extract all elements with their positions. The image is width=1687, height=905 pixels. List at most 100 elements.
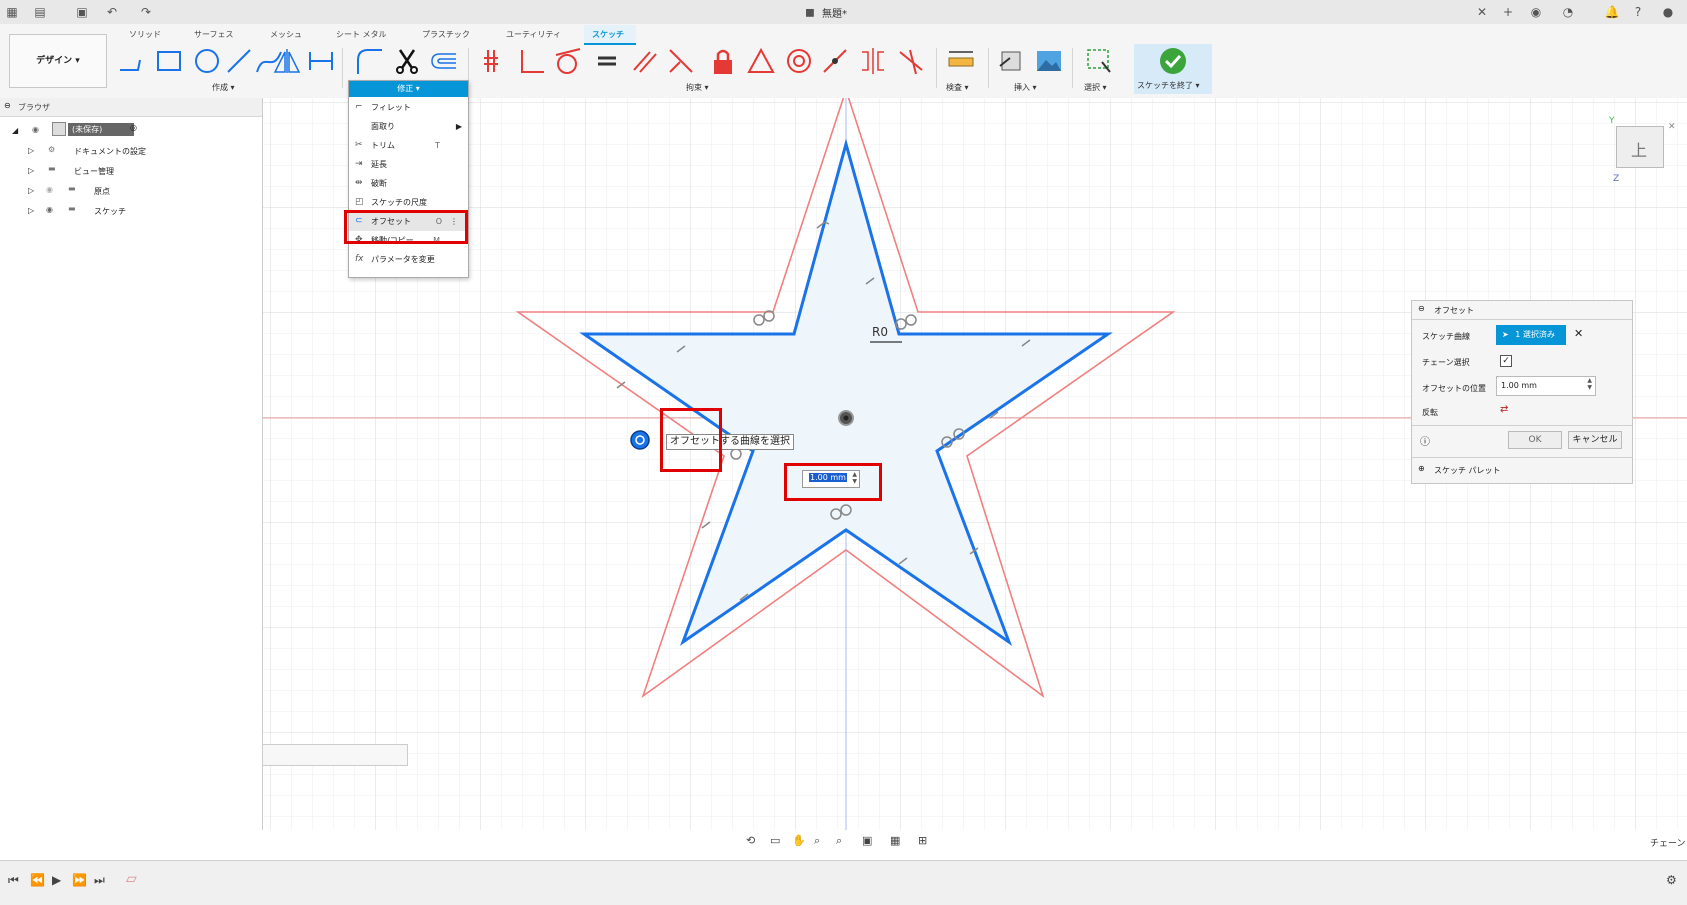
- menu-item-extend[interactable]: ⇥ 延長: [349, 155, 468, 174]
- inspect-group-label[interactable]: 検査 ▾: [946, 82, 969, 93]
- ok-button[interactable]: OK: [1508, 431, 1562, 449]
- notifications-icon[interactable]: 🔔: [1604, 4, 1620, 20]
- insert-image-icon[interactable]: [1034, 46, 1064, 76]
- offset-dialog-header[interactable]: ⊖ オフセット: [1412, 301, 1632, 320]
- menu-item-fillet[interactable]: ⌐ フィレット: [349, 98, 468, 117]
- line-tool-icon[interactable]: [116, 46, 146, 76]
- grid-settings-icon[interactable]: ▦: [890, 834, 900, 847]
- tab-utility[interactable]: ユーティリティ: [506, 29, 561, 40]
- insert-derive-icon[interactable]: [996, 46, 1026, 76]
- fix-lock-icon[interactable]: [708, 46, 738, 76]
- concentric-icon[interactable]: [784, 46, 814, 76]
- menu-item-chamfer[interactable]: 面取り ▶: [349, 117, 468, 136]
- spinner-icon[interactable]: ▲ ▼: [1587, 377, 1592, 391]
- clear-selection-icon[interactable]: ✕: [1574, 327, 1583, 340]
- app-grid-icon[interactable]: ▦: [4, 4, 20, 20]
- mirror-tool-icon[interactable]: [272, 46, 302, 76]
- extensions-icon[interactable]: ◉: [1528, 4, 1544, 20]
- go-to-end-icon[interactable]: ⏭: [94, 873, 105, 888]
- tab-plastic[interactable]: プラスチック: [422, 29, 470, 40]
- offset-tool-icon[interactable]: [428, 46, 458, 76]
- finish-sketch-label[interactable]: スケッチを終了 ▾: [1137, 80, 1200, 91]
- comments-bar[interactable]: [262, 744, 408, 766]
- arc-tool-icon[interactable]: [224, 46, 254, 76]
- undo-icon[interactable]: ↶: [104, 4, 120, 20]
- eye-icon[interactable]: ◉: [46, 205, 53, 214]
- triangle-constraint-icon[interactable]: [746, 46, 776, 76]
- viewcube[interactable]: 上: [1616, 126, 1664, 168]
- browser-item-sketch[interactable]: スケッチ: [94, 206, 126, 217]
- browser-item-view-management[interactable]: ビュー管理: [74, 166, 114, 177]
- expand-icon[interactable]: ⊕: [1418, 464, 1425, 473]
- expand-arrow-icon[interactable]: ▷: [28, 186, 34, 195]
- save-icon[interactable]: ▣: [74, 4, 90, 20]
- chain-selection-checkbox[interactable]: ✓: [1500, 355, 1512, 367]
- flip-icon[interactable]: ⇄: [1500, 404, 1508, 415]
- browser-item-document-settings[interactable]: ドキュメントの設定: [74, 146, 146, 157]
- viewports-icon[interactable]: ⊞: [918, 834, 927, 847]
- pan-hand-icon[interactable]: ✋: [792, 834, 806, 847]
- step-back-icon[interactable]: ⏪: [30, 873, 45, 887]
- viewcube-close-icon[interactable]: ✕: [1668, 122, 1676, 132]
- fillet-tool-icon[interactable]: [354, 46, 384, 76]
- perpendicular-icon[interactable]: [516, 46, 546, 76]
- constraints-group-label[interactable]: 拘束 ▾: [686, 82, 709, 93]
- sketch-palette-label[interactable]: スケッチ パレット: [1434, 465, 1501, 476]
- look-at-icon[interactable]: ▭: [770, 834, 780, 847]
- root-component-label[interactable]: (未保存): [68, 123, 134, 136]
- tab-solid[interactable]: ソリッド: [129, 29, 161, 40]
- zoom-icon[interactable]: ⌕: [814, 834, 820, 848]
- design-workspace-button[interactable]: デザイン ▾: [9, 34, 107, 88]
- browser-item-origin[interactable]: 原点: [94, 186, 110, 197]
- measure-ruler-icon[interactable]: [946, 46, 976, 76]
- timeline-settings-gear-icon[interactable]: ⚙: [1666, 873, 1677, 887]
- collapse-icon[interactable]: ⊖: [4, 101, 11, 110]
- new-tab-icon[interactable]: +: [1500, 4, 1516, 20]
- help-icon[interactable]: ?: [1630, 4, 1646, 20]
- insert-group-label[interactable]: 挿入 ▾: [1014, 82, 1037, 93]
- create-group-label[interactable]: 作成 ▾: [212, 82, 235, 93]
- collinear-icon[interactable]: [820, 46, 850, 76]
- display-settings-icon[interactable]: ▣: [862, 834, 872, 847]
- symmetry-icon[interactable]: [858, 46, 888, 76]
- curvature-icon[interactable]: [896, 46, 926, 76]
- midpoint-icon[interactable]: [666, 46, 696, 76]
- play-icon[interactable]: ▶: [52, 873, 61, 887]
- finish-sketch-area[interactable]: スケッチを終了 ▾: [1134, 44, 1212, 94]
- close-tab-icon[interactable]: ✕: [1474, 4, 1490, 20]
- expand-arrow-icon[interactable]: ▷: [28, 206, 34, 215]
- menu-item-break[interactable]: ⇹ 破断: [349, 174, 468, 193]
- dimension-tool-icon[interactable]: [306, 46, 336, 76]
- parallel-icon[interactable]: [630, 46, 660, 76]
- go-to-start-icon[interactable]: ⏮: [8, 873, 19, 888]
- timeline-sketch-feature-icon[interactable]: ▱: [126, 871, 137, 887]
- tangent-icon[interactable]: [552, 46, 582, 76]
- tab-sketch[interactable]: スケッチ: [592, 29, 624, 40]
- tab-mesh[interactable]: メッシュ: [270, 29, 302, 40]
- circle-tool-icon[interactable]: [192, 46, 222, 76]
- expand-arrow-icon[interactable]: ▷: [28, 166, 34, 175]
- step-forward-icon[interactable]: ⏩: [72, 873, 87, 887]
- coincident-constraint-icon[interactable]: [480, 46, 510, 76]
- sketch-curve-selection-button[interactable]: ➤ 1 選択済み: [1496, 325, 1566, 345]
- collapse-icon[interactable]: ⊖: [1418, 304, 1425, 313]
- info-icon[interactable]: ⓘ: [1420, 433, 1430, 448]
- root-expand-icon[interactable]: ◢: [12, 126, 18, 135]
- offset-position-field[interactable]: 1.00 mm ▲ ▼: [1496, 376, 1596, 396]
- fit-icon[interactable]: ⌕: [836, 834, 842, 848]
- menu-item-trim[interactable]: ✂ トリム T: [349, 136, 468, 155]
- trim-scissors-icon[interactable]: [392, 46, 422, 76]
- offset-position-value[interactable]: 1.00 mm: [1501, 381, 1537, 390]
- tab-sheet-metal[interactable]: シート メタル: [336, 29, 387, 40]
- job-status-icon[interactable]: ◔: [1560, 4, 1576, 20]
- browser-header[interactable]: ⊖ ブラウザ: [0, 98, 262, 117]
- eye-hidden-icon[interactable]: ◉: [46, 185, 53, 194]
- redo-icon[interactable]: ↷: [138, 4, 154, 20]
- modify-menu-header[interactable]: 修正 ▾: [349, 81, 468, 97]
- tab-surface[interactable]: サーフェス: [194, 29, 234, 40]
- expand-arrow-icon[interactable]: ▷: [28, 146, 34, 155]
- select-box-icon[interactable]: [1084, 46, 1114, 76]
- activate-radio-icon[interactable]: ◎: [130, 123, 137, 132]
- rectangle-tool-icon[interactable]: [154, 46, 184, 76]
- menu-item-change-parameters[interactable]: fx パラメータを変更: [349, 250, 468, 269]
